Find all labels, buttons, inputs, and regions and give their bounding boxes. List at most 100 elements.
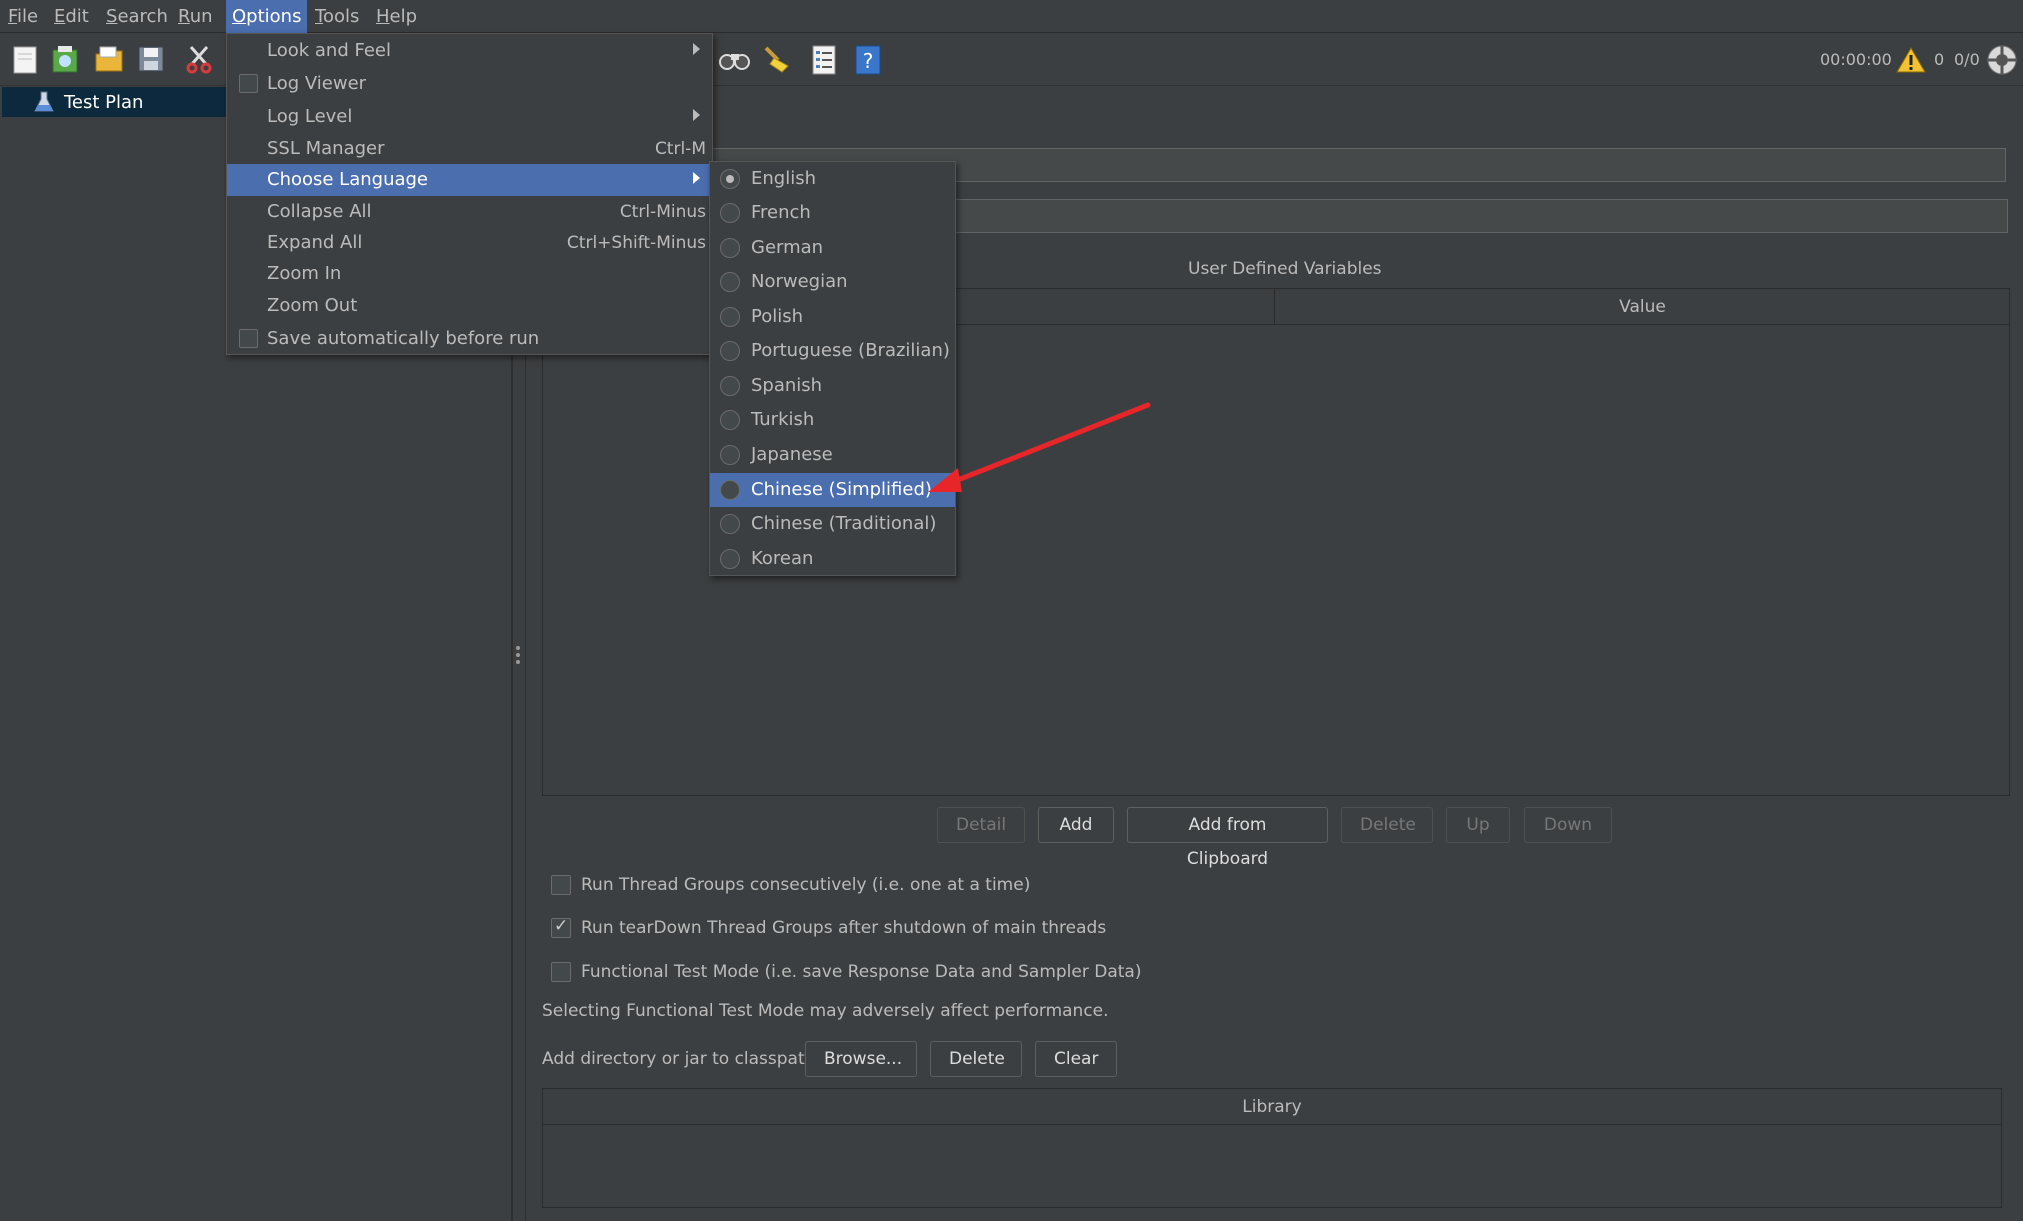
language-label: Portuguese (Brazilian) bbox=[751, 340, 950, 361]
splitter-grip-icon[interactable] bbox=[516, 646, 520, 664]
menu-item-label: SSL Manager bbox=[267, 138, 385, 159]
save-automatically-checkbox[interactable] bbox=[239, 329, 258, 348]
menu-item-label: Expand All bbox=[267, 232, 363, 253]
menu-item-zoom-out[interactable]: Zoom Out bbox=[227, 290, 712, 322]
submenu-arrow-icon bbox=[693, 109, 700, 121]
classpath-label: Add directory or jar to classpath bbox=[542, 1049, 816, 1069]
menu-item-label: Log Level bbox=[267, 106, 353, 127]
run-consecutively-label: Run Thread Groups consecutively (i.e. on… bbox=[581, 875, 1031, 895]
new-icon[interactable] bbox=[10, 44, 42, 76]
open-icon[interactable] bbox=[94, 44, 126, 76]
language-label: Polish bbox=[751, 306, 804, 327]
elapsed-timer: 00:00:00 bbox=[1820, 50, 1892, 69]
menu-item-expand-all[interactable]: Expand All Ctrl+Shift-Minus bbox=[227, 227, 712, 259]
browse-button[interactable]: Browse... bbox=[805, 1041, 917, 1077]
language-label: German bbox=[751, 237, 824, 258]
menu-run[interactable]: Run bbox=[172, 0, 219, 33]
language-label: Norwegian bbox=[751, 271, 848, 292]
functional-mode-checkbox[interactable] bbox=[551, 962, 571, 982]
language-label: Japanese bbox=[751, 444, 833, 465]
language-label: Korean bbox=[751, 548, 814, 569]
language-label: Chinese (Traditional) bbox=[751, 513, 937, 534]
menu-item-label: Collapse All bbox=[267, 201, 372, 222]
language-polish[interactable]: Polish bbox=[710, 300, 955, 334]
language-french[interactable]: French bbox=[710, 196, 955, 230]
delete-button[interactable]: Delete bbox=[1341, 807, 1433, 843]
menu-item-choose-language[interactable]: Choose Language bbox=[227, 164, 712, 196]
radio-icon bbox=[720, 203, 740, 223]
functional-mode-label: Functional Test Mode (i.e. save Response… bbox=[581, 962, 1142, 982]
run-teardown-label: Run tearDown Thread Groups after shutdow… bbox=[581, 918, 1107, 938]
radio-icon bbox=[720, 307, 740, 327]
svg-text:?: ? bbox=[863, 49, 874, 73]
search-icon[interactable] bbox=[718, 44, 750, 76]
menu-help[interactable]: Help bbox=[370, 0, 423, 33]
classpath-delete-button[interactable]: Delete bbox=[930, 1041, 1022, 1077]
cut-icon[interactable] bbox=[184, 44, 216, 76]
menu-item-log-level[interactable]: Log Level bbox=[227, 101, 712, 133]
function-helper-icon[interactable] bbox=[808, 44, 840, 76]
menu-item-label: Choose Language bbox=[267, 169, 429, 190]
active-threads: 0/0 bbox=[1954, 50, 1980, 69]
menu-file[interactable]: File bbox=[2, 0, 44, 33]
help-icon[interactable]: ? bbox=[853, 44, 885, 76]
language-submenu: English French German Norwegian Polish P… bbox=[709, 161, 956, 576]
remote-engine-icon[interactable] bbox=[1986, 44, 2018, 76]
menu-search[interactable]: Search bbox=[100, 0, 174, 33]
menu-item-look-and-feel[interactable]: Look and Feel bbox=[227, 35, 712, 67]
radio-icon bbox=[720, 272, 740, 292]
menu-item-log-viewer[interactable]: Log Viewer bbox=[227, 68, 712, 100]
menu-item-label: Look and Feel bbox=[267, 40, 391, 61]
language-korean[interactable]: Korean bbox=[710, 542, 955, 576]
language-label: Spanish bbox=[751, 375, 823, 396]
functional-mode-note: Selecting Functional Test Mode may adver… bbox=[542, 1001, 1109, 1021]
language-portuguese-brazilian[interactable]: Portuguese (Brazilian) bbox=[710, 334, 955, 368]
language-label: English bbox=[751, 168, 816, 189]
radio-icon bbox=[720, 169, 740, 189]
language-german[interactable]: German bbox=[710, 231, 955, 265]
language-chinese-traditional[interactable]: Chinese (Traditional) bbox=[710, 507, 955, 541]
detail-button[interactable]: Detail bbox=[937, 807, 1025, 843]
menu-item-zoom-in[interactable]: Zoom In bbox=[227, 258, 712, 290]
udv-col-value[interactable]: Value bbox=[1276, 289, 2009, 325]
add-button[interactable]: Add bbox=[1038, 807, 1114, 843]
language-label: Turkish bbox=[751, 409, 815, 430]
radio-icon bbox=[720, 238, 740, 258]
library-table: Library bbox=[542, 1088, 2002, 1208]
menu-item-collapse-all[interactable]: Collapse All Ctrl-Minus bbox=[227, 196, 712, 228]
menu-tools[interactable]: Tools bbox=[309, 0, 365, 33]
warning-icon[interactable] bbox=[1896, 46, 1926, 76]
menu-item-shortcut: Ctrl-M bbox=[654, 139, 706, 159]
menu-item-save-automatically[interactable]: Save automatically before run bbox=[227, 323, 712, 355]
radio-icon bbox=[720, 410, 740, 430]
classpath-clear-button[interactable]: Clear bbox=[1035, 1041, 1117, 1077]
library-col[interactable]: Library bbox=[543, 1089, 2001, 1125]
radio-icon bbox=[720, 480, 740, 500]
save-icon[interactable] bbox=[136, 44, 168, 76]
menu-item-label: Zoom In bbox=[267, 263, 342, 284]
clear-icon[interactable] bbox=[760, 44, 792, 76]
language-english[interactable]: English bbox=[710, 162, 955, 196]
run-consecutively-checkbox[interactable] bbox=[551, 875, 571, 895]
menu-item-ssl-manager[interactable]: SSL Manager Ctrl-M bbox=[227, 133, 712, 165]
radio-icon bbox=[720, 341, 740, 361]
templates-icon[interactable] bbox=[50, 44, 82, 76]
menubar: File Edit Search Run Options Tools Help bbox=[0, 0, 2023, 33]
language-norwegian[interactable]: Norwegian bbox=[710, 265, 955, 299]
menu-edit[interactable]: Edit bbox=[48, 0, 95, 33]
log-viewer-checkbox[interactable] bbox=[239, 74, 258, 93]
menu-options[interactable]: Options bbox=[226, 0, 308, 33]
add-from-clipboard-button[interactable]: Add from Clipboard bbox=[1127, 807, 1328, 869]
up-button[interactable]: Up bbox=[1446, 807, 1510, 843]
tree-label-test-plan: Test Plan bbox=[64, 92, 144, 113]
menu-item-shortcut: Ctrl+Shift-Minus bbox=[566, 233, 706, 253]
language-label: French bbox=[751, 202, 811, 223]
menu-item-label: Log Viewer bbox=[267, 73, 367, 94]
menu-item-label: Save automatically before run bbox=[267, 328, 540, 349]
udv-title: User Defined Variables bbox=[1188, 259, 1382, 279]
warning-count: 0 bbox=[1934, 50, 1945, 69]
run-teardown-checkbox[interactable] bbox=[551, 916, 571, 938]
menu-item-shortcut: Ctrl-Minus bbox=[619, 202, 706, 222]
down-button[interactable]: Down bbox=[1524, 807, 1612, 843]
radio-icon bbox=[720, 445, 740, 465]
